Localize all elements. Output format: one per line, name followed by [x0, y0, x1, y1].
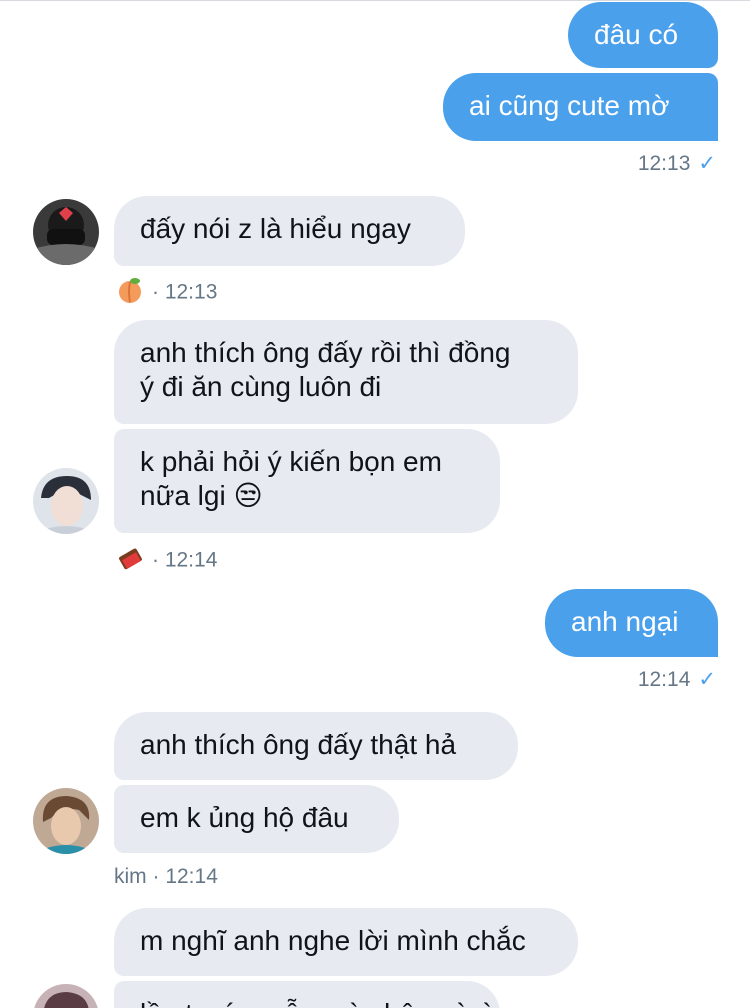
message-bubble-incoming[interactable]: k phải hỏi ý kiến bọn em nữa lgi 😒: [114, 429, 500, 533]
message-text: em k ủng hộ đâu: [140, 802, 349, 833]
message-bubble-outgoing[interactable]: anh ngại: [545, 589, 718, 657]
message-meta: kim · 12:14: [114, 865, 218, 888]
message-text: anh thích ông đấy thật hả: [140, 729, 457, 760]
message-text: ai cũng cute mờ: [469, 90, 670, 121]
message-text: m nghĩ anh nghe lời mình chắc: [140, 925, 526, 956]
dm-conversation: đâu có ai cũng cute mờ 12:13 ✓ đấy nói z …: [0, 0, 750, 1008]
avatar[interactable]: [33, 199, 99, 265]
message-bubble-incoming[interactable]: đấy nói z là hiểu ngay: [114, 196, 465, 266]
avatar[interactable]: [33, 468, 99, 534]
message-timestamp: 12:14 ✓: [637, 668, 716, 691]
message-text-line: k phải hỏi ý kiến bọn em: [140, 446, 442, 477]
message-meta: · 12:14: [116, 544, 217, 578]
unamused-emoji-icon: 😒: [233, 480, 263, 511]
message-text: đâu có: [594, 19, 679, 50]
message-bubble-incoming[interactable]: anh thích ông đấy rồi thì đồng ý đi ăn c…: [114, 320, 578, 424]
message-meta: · 12:13: [116, 276, 217, 310]
message-text-line: nữa lgi 😒: [140, 480, 263, 511]
divider: [0, 0, 750, 1]
message-bubble-incoming[interactable]: lần trước mẫu mà chê ... ờ ờ: [114, 981, 500, 1008]
chocolate-emoji-icon: [116, 544, 144, 578]
avatar[interactable]: [33, 984, 99, 1008]
message-timestamp: 12:13 ✓: [637, 152, 716, 175]
peach-emoji-icon: [116, 276, 144, 310]
message-text-line: anh thích ông đấy rồi thì đồng: [140, 337, 511, 368]
message-bubble-incoming[interactable]: m nghĩ anh nghe lời mình chắc: [114, 908, 578, 976]
message-bubble-incoming[interactable]: anh thích ông đấy thật hả: [114, 712, 518, 780]
message-bubble-outgoing[interactable]: đâu có: [568, 2, 718, 68]
message-text-line: ý đi ăn cùng luôn đi: [140, 371, 382, 402]
message-text: anh ngại: [571, 606, 679, 637]
message-text: lần trước mẫu mà chê ... ờ ờ: [140, 998, 499, 1008]
read-check-icon: ✓: [698, 152, 716, 175]
avatar[interactable]: [33, 788, 99, 854]
read-check-icon: ✓: [698, 668, 716, 691]
message-text: đấy nói z là hiểu ngay: [140, 213, 411, 244]
message-bubble-outgoing[interactable]: ai cũng cute mờ: [443, 73, 718, 141]
message-bubble-incoming[interactable]: em k ủng hộ đâu: [114, 785, 399, 853]
